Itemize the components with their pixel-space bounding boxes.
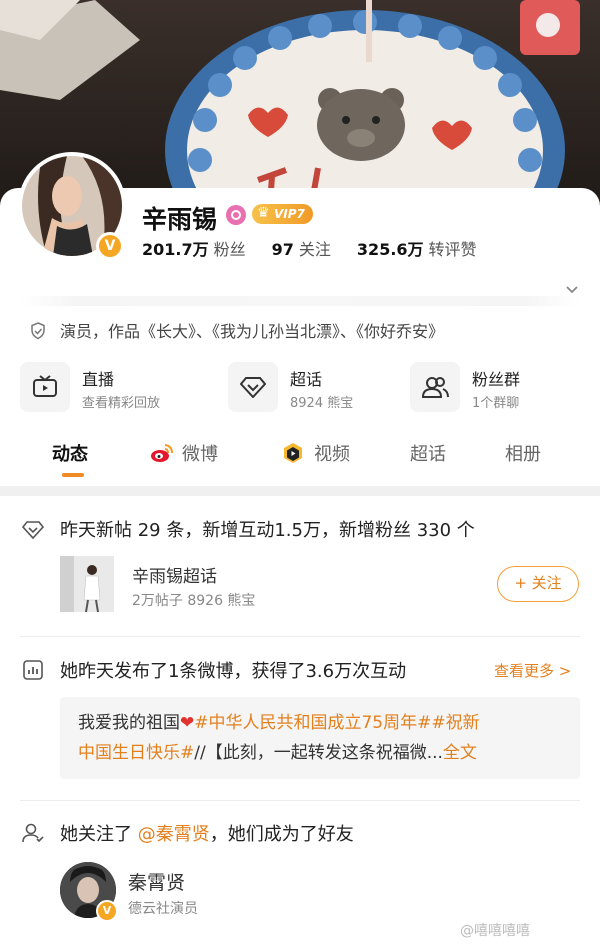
stat-number: 97 <box>271 240 294 259</box>
verified-badge: V <box>96 232 124 260</box>
stat-likes[interactable]: 325.6万 转评赞 <box>357 236 477 260</box>
hashtag[interactable]: 中国生日快乐# <box>78 743 194 763</box>
video-icon <box>284 443 302 463</box>
function-title: 粉丝群 <box>472 370 521 389</box>
view-more-link[interactable]: 查看更多 > <box>494 660 571 681</box>
post-preview[interactable]: 我爱我的祖国❤#中华人民共和国成立75周年##祝新 中国生日快乐#//【此刻，一… <box>60 697 580 779</box>
hashtag[interactable]: #中华人民共和国成立75周年# <box>194 713 431 733</box>
profile-tabs: 动态 微博 视频 超话 相册 <box>0 432 600 482</box>
hashtag[interactable]: #祝新 <box>431 713 479 733</box>
bar-chart-icon <box>23 660 43 680</box>
post-text: 我爱我的祖国 <box>78 713 180 733</box>
stat-followers[interactable]: 201.7万 粉丝 <box>142 236 246 260</box>
friend-text: 她关注了 <box>60 824 132 845</box>
activity-summary: 昨天新帖 29 条，新增互动1.5万，新增粉丝 330 个 <box>60 520 475 541</box>
profile-name: 辛雨锡 <box>142 205 218 234</box>
verified-badge: V <box>96 900 118 922</box>
watermark: @嘻嘻嘻嘻 <box>460 923 530 939</box>
stat-number: 201.7万 <box>142 240 209 259</box>
tab-album[interactable]: 相册 <box>505 440 541 466</box>
shield-icon <box>31 322 45 340</box>
post-text: //【此刻，一起转发这条祝福微... <box>194 743 443 763</box>
function-sub: 1个群聊 <box>472 396 520 411</box>
stat-label: 转评赞 <box>428 240 477 259</box>
topic-thumbnail[interactable] <box>60 556 114 612</box>
friend-summary: 她关注了 @秦霄贤，她们成为了好友 <box>60 820 354 846</box>
tab-supertopic[interactable]: 超话 <box>410 440 446 466</box>
friend-text: ，她们成为了好友 <box>209 824 354 845</box>
user-mention[interactable]: @秦霄贤 <box>138 824 210 845</box>
fan-badge-icon[interactable] <box>226 205 246 225</box>
profile-bio: 演员，作品《长大》、《我为儿孙当北漂》、《你好乔安》 <box>30 318 444 342</box>
tab-dynamics[interactable]: 动态 <box>52 440 88 466</box>
stat-number: 325.6万 <box>356 240 424 259</box>
stat-label: 粉丝 <box>213 240 246 259</box>
divider <box>20 800 580 801</box>
friend-description: 德云社演员 <box>128 901 198 917</box>
full-text-link[interactable]: 全文 <box>443 743 477 763</box>
friend-name[interactable]: 秦霄贤 <box>128 868 185 895</box>
weibo-icon <box>151 444 173 462</box>
topic-title[interactable]: 辛雨锡超话 <box>132 562 217 587</box>
stat-following[interactable]: 97 关注 <box>272 236 331 260</box>
active-tab-indicator <box>62 473 84 477</box>
post-summary: 她昨天发布了1条微博，获得了3.6万次互动 <box>60 661 407 682</box>
tab-label: 微博 <box>182 444 218 465</box>
tv-icon <box>20 362 70 412</box>
tab-label: 视频 <box>314 444 350 465</box>
blurred-text <box>20 296 580 306</box>
function-title: 超话 <box>290 370 323 389</box>
topic-stats: 2万帖子 8926 熊宝 <box>132 593 256 609</box>
bio-text: 演员，作品《长大》、《我为儿孙当北漂》、《你好乔安》 <box>60 322 445 341</box>
tab-video[interactable]: 视频 <box>282 440 350 466</box>
function-sub: 8924 熊宝 <box>290 396 354 411</box>
follow-button[interactable]: + 关注 <box>497 566 579 602</box>
vip-badge[interactable]: VIP7 <box>252 203 313 224</box>
function-sub: 查看精彩回放 <box>82 396 161 411</box>
function-title: 直播 <box>82 370 115 389</box>
profile-stats: 201.7万 粉丝 97 关注 325.6万 转评赞 <box>142 236 503 260</box>
chevron-down-icon[interactable] <box>565 283 579 297</box>
stat-label: 关注 <box>298 240 331 259</box>
diamond-icon <box>228 362 278 412</box>
section-separator <box>0 486 600 496</box>
group-icon <box>410 362 460 412</box>
heart-icon: ❤ <box>180 713 195 733</box>
diamond-icon <box>22 521 44 540</box>
tab-weibo[interactable]: 微博 <box>150 440 218 466</box>
user-add-icon <box>22 823 44 843</box>
divider <box>20 636 580 637</box>
